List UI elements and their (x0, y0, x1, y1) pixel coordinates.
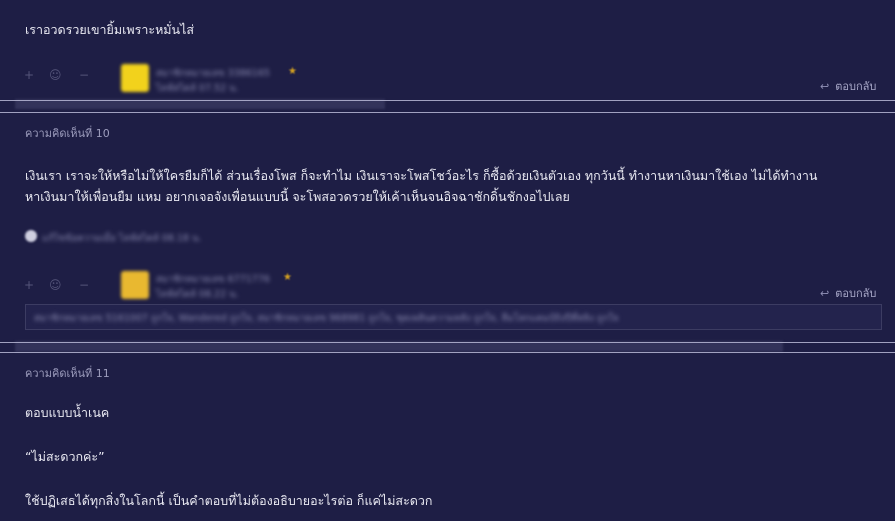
separator (0, 112, 895, 113)
vote-down-icon[interactable]: − (79, 68, 89, 82)
emoji-icon[interactable]: ☺ (49, 278, 62, 292)
separator (0, 342, 895, 343)
vote-up-icon[interactable]: + (24, 278, 34, 292)
post-time: ไลฟ์สไตล์ 08.22 น. (156, 289, 239, 300)
star-icon: ★ (283, 272, 292, 283)
comment-number: ความคิดเห็นที่ 10 (25, 127, 110, 140)
separator (0, 100, 895, 101)
reply-arrow-icon: ↩ (820, 80, 830, 93)
comment-paragraph: หาเงินมาให้เพื่อนยืม แหม อยากเจอจังเพื่อ… (25, 189, 570, 204)
edited-note: แก้ไขข้อความเมื่อ ไลฟ์สไตล์ 08.18 น. (42, 233, 202, 244)
reply-label: ตอบกลับ (835, 287, 877, 300)
comment-paragraph: เงินเรา เราจะให้หรือไม่ให้ใครยืมก็ได้ ส่… (25, 168, 818, 183)
member-name[interactable]: สมาชิกหมายเลข 3386165 (156, 66, 270, 81)
star-icon: ★ (288, 66, 297, 77)
emoji-icon[interactable]: ☺ (49, 68, 62, 82)
reaction-list: สมาชิกหมายเลข 5161007 ถูกใจ, Wandered ถู… (34, 313, 619, 324)
separator (0, 352, 895, 353)
member-name[interactable]: สมาชิกหมายเลข 6771776 (156, 272, 270, 287)
vote-down-icon[interactable]: − (79, 278, 89, 292)
reaction-box: สมาชิกหมายเลข 5161007 ถูกใจ, Wandered ถู… (25, 304, 882, 330)
reply-arrow-icon: ↩ (820, 287, 830, 300)
post-time: ไลฟ์สไตล์ 07.52 น. (156, 83, 239, 94)
comment-paragraph: ตอบแบบน้ำเนค (25, 405, 110, 420)
reply-button[interactable]: ↩ ตอบกลับ (820, 284, 876, 302)
comment-text: เราอวดรวยเขายิ้มเพราะหมั่นไส่ (25, 22, 195, 37)
comment-paragraph: “ไม่สะดวกค่ะ” (25, 449, 105, 464)
vote-up-icon[interactable]: + (24, 68, 34, 82)
reply-label: ตอบกลับ (835, 80, 877, 93)
avatar[interactable] (121, 64, 149, 92)
edit-icon (25, 230, 37, 242)
comment-paragraph: ใช้ปฏิเสธได้ทุกสิ่งในโลกนี้ เป็นคำตอบที่… (25, 493, 433, 508)
reply-button[interactable]: ↩ ตอบกลับ (820, 77, 876, 95)
avatar[interactable] (121, 271, 149, 299)
comment-number: ความคิดเห็นที่ 11 (25, 367, 110, 380)
